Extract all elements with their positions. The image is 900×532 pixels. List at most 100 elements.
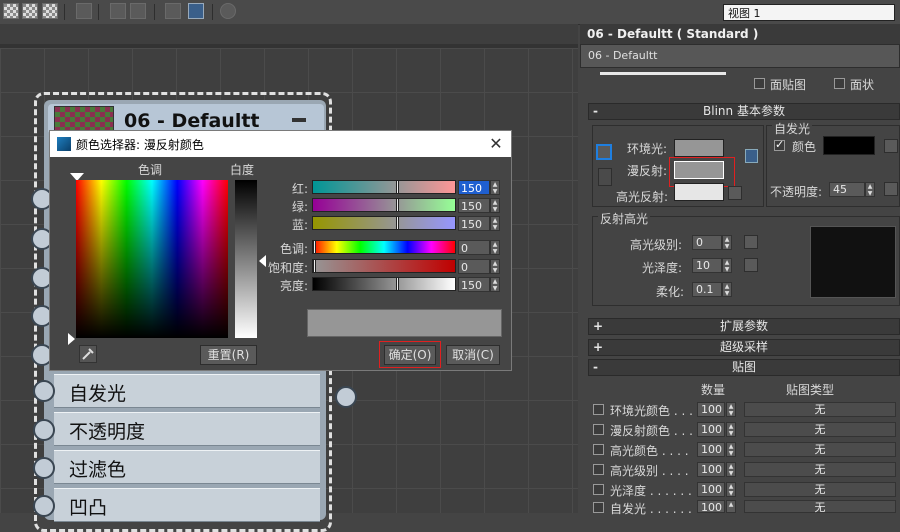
map-amount-field[interactable]: 100 — [697, 482, 725, 497]
map-enable-checkbox[interactable] — [593, 484, 604, 495]
bracket-icon[interactable] — [598, 168, 612, 186]
blue-slider[interactable] — [312, 216, 456, 230]
map-amount-field[interactable]: 100 — [697, 500, 725, 514]
map-slot-button[interactable]: 无 — [744, 482, 896, 497]
opacity-map-button[interactable] — [884, 182, 898, 196]
map-enable-checkbox[interactable] — [593, 444, 604, 455]
map-amount-field[interactable]: 100 — [697, 462, 725, 477]
input-socket[interactable] — [33, 419, 55, 441]
input-socket[interactable] — [33, 380, 55, 402]
soften-field[interactable]: 0.1 — [692, 282, 722, 297]
hierarchy-icon[interactable] — [165, 3, 181, 19]
extended-parameters-rollout[interactable]: + 扩展参数 — [588, 318, 900, 335]
layout-icon[interactable] — [110, 3, 126, 19]
glossiness-spinner[interactable]: ▲ ▼ — [722, 258, 732, 273]
map-amount-spinner[interactable]: ▲ ▼ — [726, 462, 736, 477]
map-enable-checkbox[interactable] — [593, 464, 604, 475]
cancel-button[interactable]: 取消(C) — [446, 345, 500, 365]
slider-thumb[interactable] — [396, 216, 399, 230]
map-slot-button[interactable]: 无 — [744, 500, 896, 514]
eyedropper-icon[interactable] — [79, 345, 97, 363]
viewport-name-dropdown[interactable]: 视图 1 — [723, 4, 895, 21]
checker-icon[interactable] — [3, 3, 19, 19]
face-map-checkbox[interactable] — [754, 78, 765, 89]
blue-spinner[interactable]: ▲ ▼ — [490, 216, 500, 231]
map-slot-button[interactable]: 无 — [744, 462, 896, 477]
saturation-spinner[interactable]: ▲ ▼ — [490, 259, 500, 274]
reset-button[interactable]: 重置(R) — [200, 345, 257, 365]
green-spinner[interactable]: ▲ ▼ — [490, 198, 500, 213]
supersampling-rollout[interactable]: + 超级采样 — [588, 339, 900, 356]
zoom-icon[interactable] — [220, 3, 236, 19]
ambient-color-swatch[interactable] — [674, 139, 724, 157]
spec-level-spinner[interactable]: ▲ ▼ — [722, 235, 732, 250]
material-name-field[interactable]: 06 - Defaultt — [580, 44, 900, 68]
saturation-value-field[interactable]: 0 — [458, 259, 490, 274]
maps-rollout[interactable]: - 贴图 — [588, 359, 900, 376]
red-slider[interactable] — [312, 180, 456, 194]
specular-map-button[interactable] — [728, 186, 742, 200]
self-illum-color-checkbox[interactable] — [774, 138, 785, 151]
slider-thumb[interactable] — [313, 240, 316, 254]
whiteness-bar[interactable] — [235, 180, 257, 338]
panel-icon[interactable] — [188, 3, 204, 19]
map-amount-spinner[interactable]: ▲ ▼ — [726, 402, 736, 417]
blue-value-field[interactable]: 150 — [458, 216, 490, 231]
faceted-checkbox[interactable] — [834, 78, 845, 89]
hue-value-field[interactable]: 0 — [458, 240, 490, 255]
green-value-field[interactable]: 150 — [458, 198, 490, 213]
map-slot-button[interactable]: 无 — [744, 422, 896, 437]
node-slot-filter-color[interactable]: 过滤色 — [54, 450, 320, 484]
slider-thumb[interactable] — [396, 198, 399, 212]
checker-icon[interactable] — [42, 3, 58, 19]
opacity-field[interactable]: 45 — [829, 182, 865, 197]
self-illum-map-button[interactable] — [884, 139, 898, 153]
glossiness-field[interactable]: 10 — [692, 258, 722, 273]
slider-thumb[interactable] — [396, 180, 399, 194]
node-slot-self-illumination[interactable]: 自发光 — [54, 374, 320, 408]
self-illum-color-swatch[interactable] — [823, 136, 875, 155]
map-enable-checkbox[interactable] — [593, 502, 604, 513]
map-amount-spinner[interactable]: ▲ ▼ — [726, 442, 736, 457]
lock-icon[interactable] — [745, 149, 758, 163]
glossiness-map-button[interactable] — [744, 258, 758, 272]
input-socket[interactable] — [33, 495, 55, 517]
red-spinner[interactable]: ▲ ▼ — [490, 180, 500, 195]
map-amount-field[interactable]: 100 — [697, 402, 725, 417]
node-slot-bump[interactable]: 凹凸 — [54, 488, 320, 522]
saturation-slider[interactable] — [312, 259, 456, 273]
hue-spinner[interactable]: ▲ ▼ — [490, 240, 500, 255]
red-value-field[interactable]: 150 — [458, 180, 490, 195]
collapse-icon[interactable] — [292, 118, 306, 122]
move-icon[interactable] — [130, 3, 146, 19]
map-amount-field[interactable]: 100 — [697, 422, 725, 437]
delete-icon[interactable] — [76, 3, 92, 19]
map-amount-spinner[interactable]: ▲ — [726, 500, 736, 513]
hue-saturation-field[interactable] — [76, 180, 228, 338]
map-amount-spinner[interactable]: ▲ ▼ — [726, 422, 736, 437]
soften-spinner[interactable]: ▲ ▼ — [722, 282, 732, 297]
slider-thumb[interactable] — [396, 277, 399, 291]
blackness-marker-icon[interactable] — [68, 333, 75, 345]
hue-slider[interactable] — [312, 240, 456, 254]
value-spinner[interactable]: ▲ ▼ — [490, 277, 500, 292]
map-slot-button[interactable]: 无 — [744, 402, 896, 417]
node-slot-opacity[interactable]: 不透明度 — [54, 412, 320, 446]
input-socket[interactable] — [33, 457, 55, 479]
map-enable-checkbox[interactable] — [593, 404, 604, 415]
value-value-field[interactable]: 150 — [458, 277, 490, 292]
specular-color-swatch[interactable] — [674, 183, 724, 201]
map-amount-spinner[interactable]: ▲ ▼ — [726, 482, 736, 497]
whiteness-marker-icon[interactable] — [259, 255, 266, 267]
map-amount-field[interactable]: 100 — [697, 442, 725, 457]
blinn-basic-rollout[interactable]: - Blinn 基本参数 — [588, 103, 900, 120]
green-slider[interactable] — [312, 198, 456, 212]
value-slider[interactable] — [312, 277, 456, 291]
output-socket[interactable] — [335, 386, 357, 408]
spec-level-map-button[interactable] — [744, 235, 758, 249]
map-enable-checkbox[interactable] — [593, 424, 604, 435]
opacity-spinner[interactable]: ▲ ▼ — [865, 182, 875, 197]
close-icon[interactable]: ✕ — [484, 131, 508, 157]
spec-level-field[interactable]: 0 — [692, 235, 722, 250]
map-slot-button[interactable]: 无 — [744, 442, 896, 457]
